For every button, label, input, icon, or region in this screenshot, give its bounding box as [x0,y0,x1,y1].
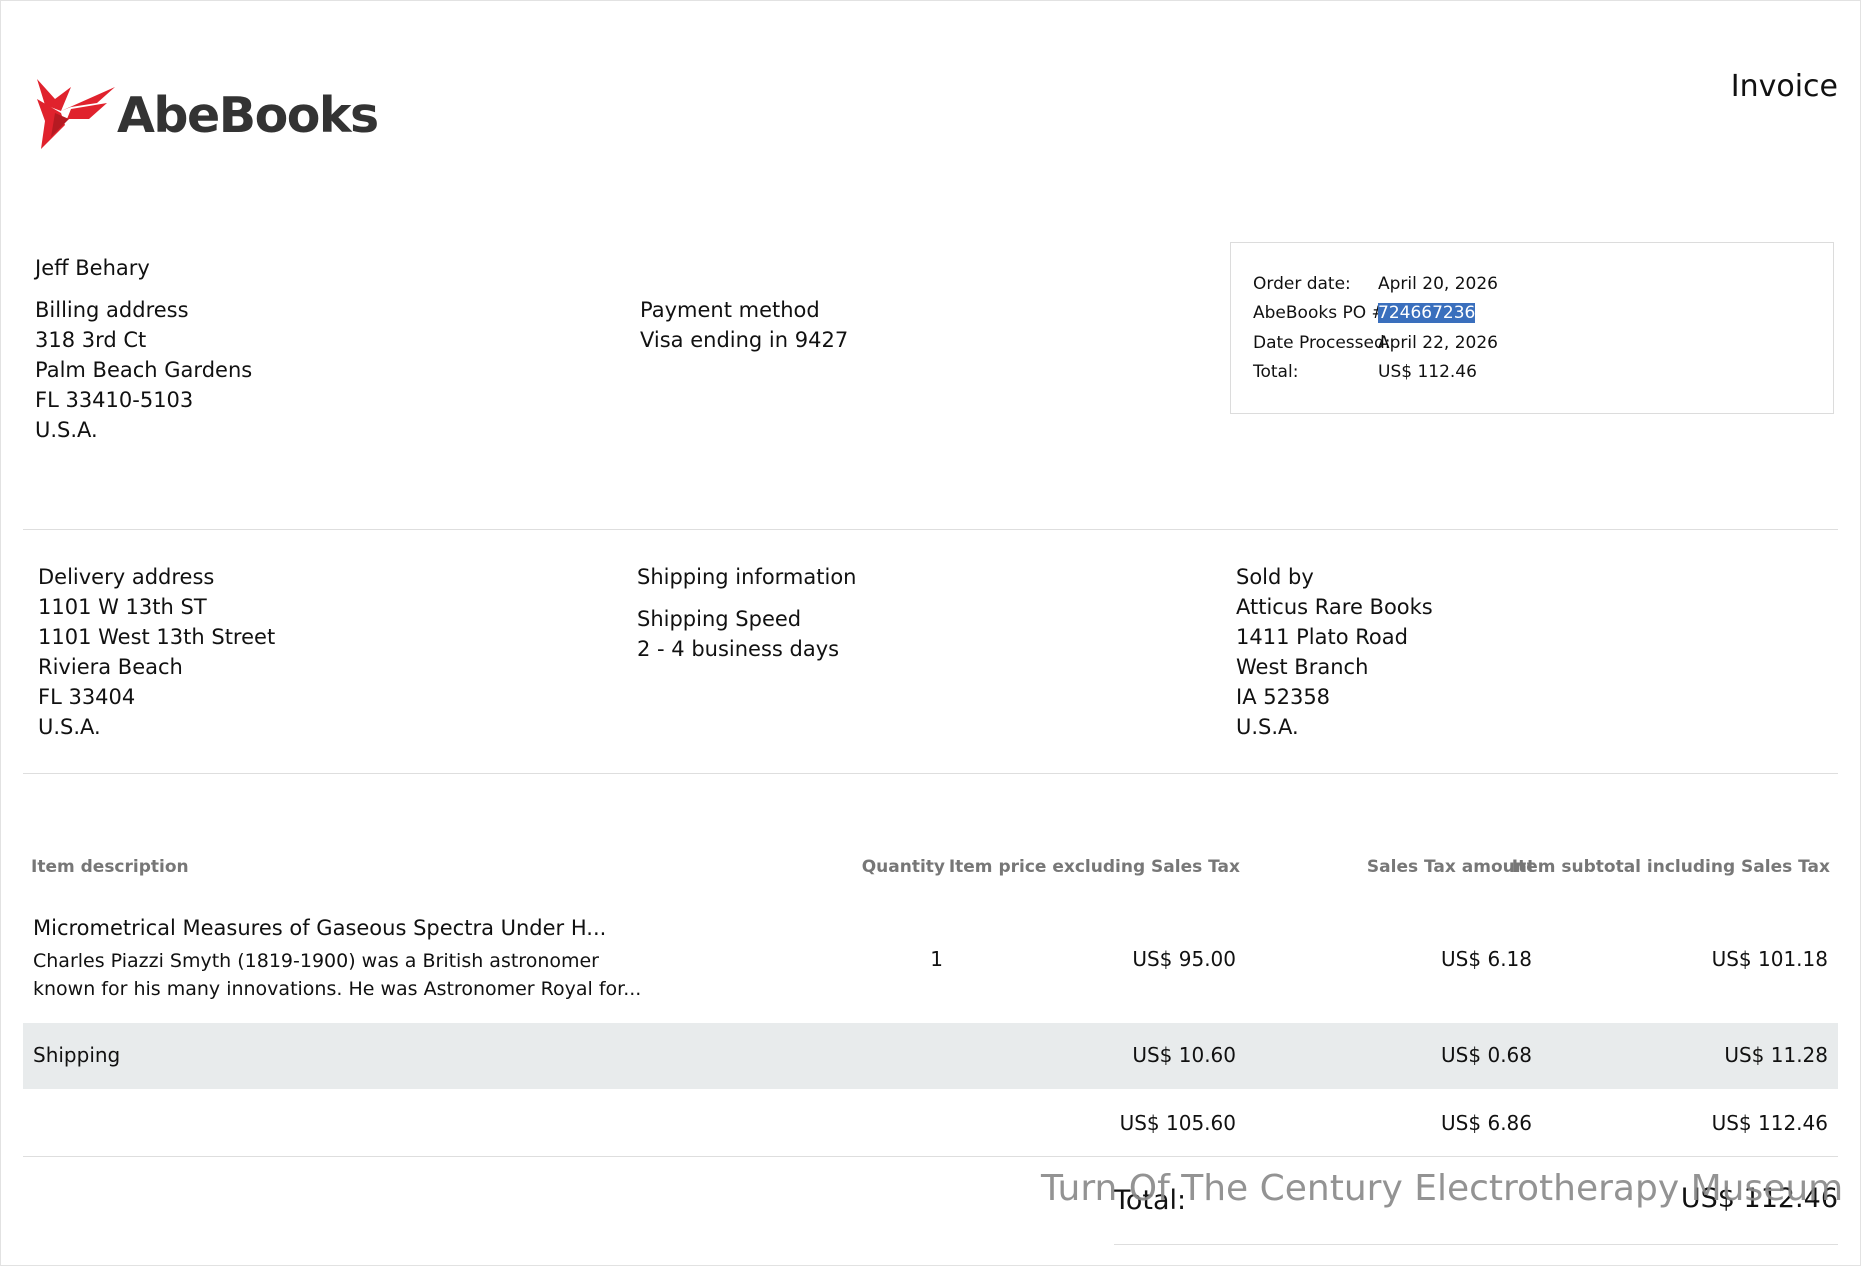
delivery-line: Riviera Beach [38,655,183,679]
seller-line: West Branch [1236,655,1369,679]
invoice-page: AbeBooks Invoice Jeff Behary Billing add… [0,0,1861,1266]
order-date-row: Order date: April 20, 2026 [1253,273,1498,295]
header-item-price: Item price excluding Sales Tax [948,857,1240,877]
delivery-address: Delivery address 1101 W 13th ST 1101 Wes… [38,562,275,742]
summary-value: April 22, 2026 [1378,333,1498,353]
shipping-subtotal: US$ 11.28 [1724,1043,1828,1067]
totals-tax: US$ 6.86 [1441,1111,1532,1135]
totals-price: US$ 105.60 [1119,1111,1236,1135]
summary-label: Order date: [1253,274,1351,294]
billing-line: Palm Beach Gardens [35,358,253,382]
shipping-tax: US$ 0.68 [1441,1043,1532,1067]
logo-wordmark: AbeBooks [117,87,379,144]
shipping-speed-label: Shipping Speed [637,607,802,631]
payment-value: Visa ending in 9427 [640,328,849,352]
summary-value: April 20, 2026 [1378,274,1498,294]
summary-value: US$ 112.46 [1378,362,1477,382]
delivery-line: FL 33404 [38,685,136,709]
billing-address: Billing address 318 3rd Ct Palm Beach Ga… [35,295,252,445]
shipping-price: US$ 10.60 [1132,1043,1236,1067]
summary-label: AbeBooks PO #: [1253,303,1392,323]
grand-total-underline [1114,1244,1838,1245]
seller-heading: Sold by [1236,565,1314,589]
payment-heading: Payment method [640,298,820,322]
item-quantity: 1 [930,947,943,971]
billing-line: U.S.A. [35,418,98,442]
divider [23,773,1838,774]
header-item-description: Item description [31,857,189,877]
item-description: Charles Piazzi Smyth (1819-1900) was a B… [33,950,642,1000]
item-price: US$ 95.00 [1132,947,1236,971]
seller-line: Atticus Rare Books [1236,595,1433,619]
po-number-row: AbeBooks PO #:724667236 [1253,302,1476,324]
shipping-speed-value: 2 - 4 business days [637,637,840,661]
book-bird-icon [37,79,115,149]
summary-label: Total: [1253,362,1299,382]
totals-subtotal: US$ 112.46 [1711,1111,1828,1135]
shipping-information: Shipping information Shipping Speed 2 - … [637,562,857,664]
shipping-label: Shipping [33,1043,121,1067]
billing-heading: Billing address [35,298,189,322]
delivery-line: 1101 West 13th Street [38,625,276,649]
item-subtotal: US$ 101.18 [1711,947,1828,971]
shipping-row [23,1023,1838,1089]
delivery-line: U.S.A. [38,715,101,739]
order-summary-box: Order date: April 20, 2026 AbeBooks PO #:… [1230,242,1834,414]
header-quantity: Quantity [861,857,945,877]
date-processed-row: Date Processed:April 22, 2026 [1253,332,1498,354]
divider [23,1156,1838,1157]
item-tax: US$ 6.18 [1441,947,1532,971]
sold-by: Sold by Atticus Rare Books 1411 Plato Ro… [1236,562,1433,742]
divider [23,529,1838,530]
billing-line: FL 33410-5103 [35,388,194,412]
shipping-heading: Shipping information [637,565,857,589]
billing-line: 318 3rd Ct [35,328,147,352]
customer-name: Jeff Behary [35,256,150,280]
summary-label: Date Processed: [1253,333,1391,353]
seller-line: 1411 Plato Road [1236,625,1408,649]
document-title: Invoice [1730,69,1838,104]
seller-line: U.S.A. [1236,715,1299,739]
header-item-subtotal: Item subtotal including Sales Tax [1511,857,1830,877]
header-sales-tax: Sales Tax amount [1366,857,1535,877]
po-number-value[interactable]: 724667236 [1378,303,1476,323]
payment-method: Payment method Visa ending in 9427 [640,295,848,355]
seller-line: IA 52358 [1236,685,1331,709]
delivery-line: 1101 W 13th ST [38,595,207,619]
item-title[interactable]: Micrometrical Measures of Gaseous Spectr… [33,916,606,940]
summary-total-row: Total: US$ 112.46 [1253,361,1477,383]
delivery-heading: Delivery address [38,565,215,589]
watermark: Turn Of The Century Electrotherapy Museu… [1041,1168,1844,1209]
